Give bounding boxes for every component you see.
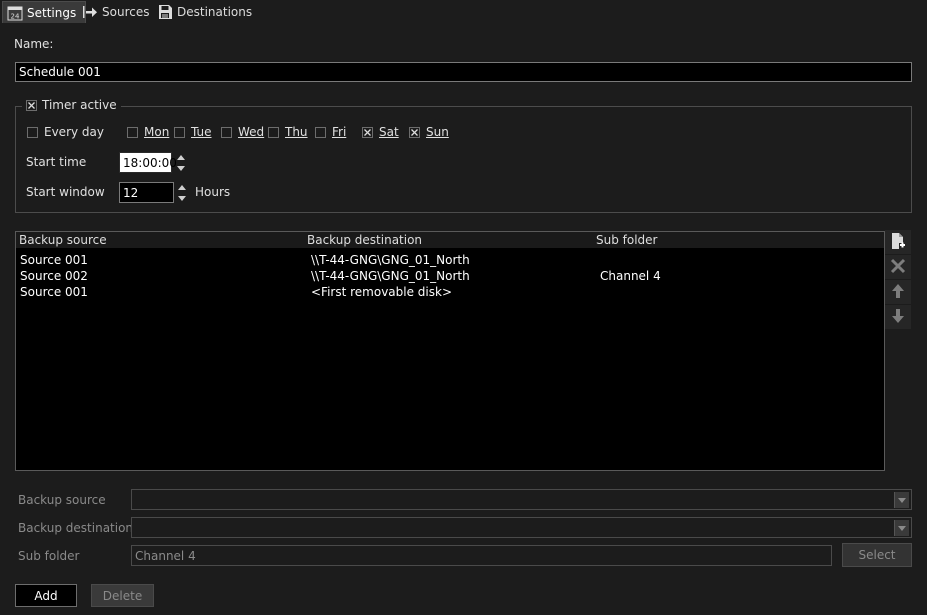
- add-row-button[interactable]: [885, 230, 911, 254]
- day-mon-checkbox[interactable]: [127, 126, 138, 138]
- backup-destination-label: Backup destination: [18, 521, 134, 535]
- day-sat-toggle[interactable]: Sat: [362, 125, 399, 139]
- day-tue-checkbox[interactable]: [174, 126, 185, 138]
- tab-settings[interactable]: 24 Settings: [2, 1, 86, 23]
- chevron-up-icon[interactable]: [175, 182, 189, 192]
- start-window-spinner[interactable]: [175, 182, 189, 203]
- chevron-down-icon[interactable]: [175, 193, 189, 203]
- tab-destinations-label: Destinations: [177, 4, 253, 19]
- day-sun-checkbox[interactable]: [409, 126, 420, 138]
- table-row[interactable]: Source 001 <First removable disk>: [16, 284, 884, 300]
- row-destination: \\T-44-GNG\GNG_01_North: [311, 269, 470, 283]
- column-header-subfolder[interactable]: Sub folder: [596, 233, 658, 247]
- row-source: Source 002: [20, 269, 88, 283]
- row-source: Source 001: [20, 253, 88, 267]
- tab-destinations[interactable]: Destinations: [153, 1, 258, 22]
- timer-active-checkbox[interactable]: [26, 99, 37, 111]
- table-row[interactable]: Source 001 \\T-44-GNG\GNG_01_North: [16, 252, 884, 268]
- table-row[interactable]: Source 002 \\T-44-GNG\GNG_01_North Chann…: [16, 268, 884, 284]
- tab-sources-label: Sources: [102, 4, 150, 19]
- name-input[interactable]: Schedule 001: [15, 62, 912, 82]
- day-thu-checkbox[interactable]: [268, 126, 279, 138]
- day-sat-label: Sat: [379, 125, 399, 139]
- move-down-icon: [891, 308, 905, 327]
- day-mon-toggle[interactable]: Mon: [127, 125, 169, 139]
- sub-folder-label: Sub folder: [18, 549, 80, 563]
- backup-source-label: Backup source: [18, 493, 106, 507]
- add-row-icon: [890, 232, 906, 253]
- timer-active-label: Timer active: [42, 98, 117, 112]
- start-time-input[interactable]: 18:00:00: [119, 152, 177, 173]
- column-header-destination[interactable]: Backup destination: [307, 233, 422, 247]
- row-destination: \\T-44-GNG\GNG_01_North: [311, 253, 470, 267]
- day-sun-toggle[interactable]: Sun: [409, 125, 449, 139]
- chevron-down-icon[interactable]: [894, 492, 909, 508]
- row-destination: <First removable disk>: [311, 285, 453, 299]
- row-source: Source 001: [20, 285, 88, 299]
- day-wed-toggle[interactable]: Wed: [221, 125, 264, 139]
- column-header-source[interactable]: Backup source: [19, 233, 107, 247]
- chevron-up-icon[interactable]: [174, 152, 188, 162]
- day-thu-label: Thu: [285, 125, 308, 139]
- chevron-down-icon[interactable]: [174, 163, 188, 173]
- day-wed-label: Wed: [238, 125, 265, 139]
- chevron-down-icon[interactable]: [894, 520, 909, 536]
- day-thu-toggle[interactable]: Thu: [268, 125, 308, 139]
- day-fri-checkbox[interactable]: [315, 126, 326, 138]
- day-wed-checkbox[interactable]: [221, 126, 232, 138]
- sub-folder-input[interactable]: Channel 4: [131, 545, 832, 566]
- day-fri-label: Fri: [332, 125, 347, 139]
- row-subfolder: Channel 4: [600, 269, 661, 283]
- add-button[interactable]: Add: [15, 584, 77, 607]
- move-up-button[interactable]: [885, 280, 911, 304]
- start-time-label: Start time: [26, 155, 87, 169]
- select-button[interactable]: Select: [842, 543, 912, 567]
- day-tue-toggle[interactable]: Tue: [174, 125, 212, 139]
- calendar-icon-badge: 24: [11, 12, 20, 20]
- move-down-button[interactable]: [885, 305, 911, 329]
- delete-button[interactable]: Delete: [91, 584, 154, 607]
- tab-bar: 24 Settings Sources Destinations: [0, 0, 927, 24]
- tab-settings-label: Settings: [27, 5, 77, 20]
- start-time-spinner[interactable]: [174, 152, 188, 173]
- name-label: Name:: [14, 37, 54, 51]
- tab-sources[interactable]: Sources: [78, 1, 155, 22]
- move-up-icon: [891, 283, 905, 302]
- day-sat-checkbox[interactable]: [362, 126, 373, 138]
- save-icon: [157, 4, 173, 20]
- calendar-icon: 24: [7, 5, 23, 21]
- start-window-unit: Hours: [195, 185, 231, 199]
- start-window-label: Start window: [26, 185, 105, 199]
- backup-destination-select[interactable]: [131, 517, 912, 538]
- day-fri-toggle[interactable]: Fri: [315, 125, 346, 139]
- every-day-checkbox[interactable]: [27, 126, 38, 138]
- backup-grid: Backup source Backup destination Sub fol…: [15, 231, 885, 471]
- every-day-toggle[interactable]: Every day: [27, 125, 104, 139]
- day-sun-label: Sun: [426, 125, 449, 139]
- backup-source-select[interactable]: [131, 489, 912, 510]
- delete-row-button[interactable]: [885, 255, 911, 279]
- timer-active-toggle[interactable]: Timer active: [22, 97, 121, 113]
- day-mon-label: Mon: [144, 125, 170, 139]
- every-day-label: Every day: [44, 125, 104, 139]
- delete-row-icon: [890, 258, 906, 277]
- day-tue-label: Tue: [191, 125, 212, 139]
- arrow-right-icon: [82, 4, 98, 20]
- start-window-input[interactable]: 12: [119, 182, 174, 203]
- grid-header: Backup source Backup destination Sub fol…: [16, 232, 884, 248]
